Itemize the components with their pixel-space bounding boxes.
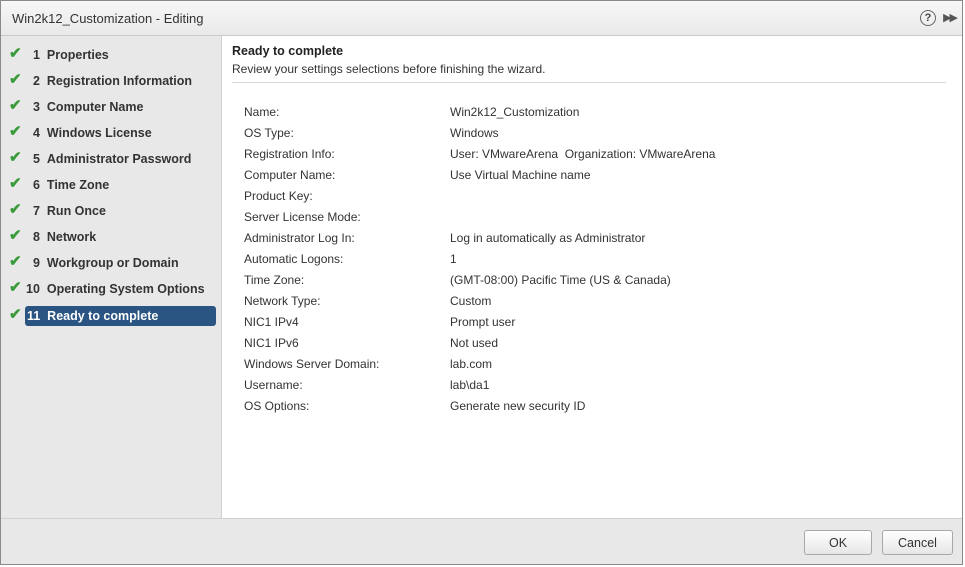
step-operating-system-options[interactable]: ✔ 10 Operating System Options (1, 279, 221, 299)
check-icon: ✔ (9, 279, 22, 296)
help-icon[interactable]: ? (920, 10, 936, 26)
summary-value: Use Virtual Machine name (450, 168, 591, 182)
step-properties[interactable]: ✔ 1 Properties (1, 45, 221, 65)
summary-value: Windows (450, 126, 499, 140)
summary-key: NIC1 IPv4 (244, 315, 299, 329)
step-label: 3 Computer Name (33, 100, 144, 114)
summary-key: Username: (244, 378, 303, 392)
summary-value: Log in automatically as Administrator (450, 231, 646, 245)
check-icon: ✔ (9, 97, 22, 114)
wizard-dialog: Win2k12_Customization - Editing ? ▶▶ ✔ 1… (0, 0, 963, 565)
content-panel: Ready to complete Review your settings s… (222, 36, 962, 519)
step-network[interactable]: ✔ 8 Network (1, 227, 221, 247)
summary-key: Windows Server Domain: (244, 357, 380, 371)
summary-key: Computer Name: (244, 168, 336, 182)
step-registration-information[interactable]: ✔ 2 Registration Information (1, 71, 221, 91)
ok-button[interactable]: OK (804, 530, 872, 555)
step-label: 4 Windows License (33, 126, 152, 140)
check-icon: ✔ (9, 227, 22, 244)
summary-value: Custom (450, 294, 492, 308)
expand-icon[interactable]: ▶▶ (943, 11, 958, 24)
check-icon: ✔ (9, 71, 22, 88)
summary-value: 1 (450, 252, 457, 266)
summary-key: Administrator Log In: (244, 231, 355, 245)
summary-value: lab\da1 (450, 378, 490, 392)
summary-key: Name: (244, 105, 280, 119)
step-label: 10 Operating System Options (26, 282, 205, 296)
summary-value: Win2k12_Customization (450, 105, 580, 119)
step-label: 1 Properties (33, 48, 109, 62)
step-label: 7 Run Once (33, 204, 106, 218)
dialog-footer: OK Cancel (1, 518, 962, 564)
step-time-zone[interactable]: ✔ 6 Time Zone (1, 175, 221, 195)
step-label: 8 Network (33, 230, 97, 244)
summary-key: Time Zone: (244, 273, 305, 287)
check-icon: ✔ (9, 149, 22, 166)
summary-key: Network Type: (244, 294, 321, 308)
page-subtitle: Review your settings selections before f… (232, 62, 546, 76)
summary-key: Automatic Logons: (244, 252, 344, 266)
check-icon: ✔ (9, 175, 22, 192)
step-computer-name[interactable]: ✔ 3 Computer Name (1, 97, 221, 117)
divider (232, 82, 946, 83)
summary-value: User: VMwareArena Organization: VMwareAr… (450, 147, 716, 161)
title-bar: Win2k12_Customization - Editing ? ▶▶ (1, 1, 962, 36)
step-label: 11 Ready to complete (25, 306, 216, 326)
summary-key: Registration Info: (244, 147, 335, 161)
check-icon: ✔ (9, 306, 22, 323)
summary-key: Server License Mode: (244, 210, 361, 224)
cancel-button[interactable]: Cancel (882, 530, 953, 555)
step-administrator-password[interactable]: ✔ 5 Administrator Password (1, 149, 221, 169)
step-ready-to-complete[interactable]: ✔ 11 Ready to complete (1, 306, 221, 326)
step-label: 2 Registration Information (33, 74, 193, 88)
summary-key: Product Key: (244, 189, 313, 203)
step-label: 5 Administrator Password (33, 152, 192, 166)
summary-value: lab.com (450, 357, 493, 371)
step-label: 6 Time Zone (33, 178, 110, 192)
step-label: 9 Workgroup or Domain (33, 256, 179, 270)
window-title: Win2k12_Customization - Editing (12, 11, 204, 26)
summary-key: OS Type: (244, 126, 294, 140)
check-icon: ✔ (9, 253, 22, 270)
wizard-steps-sidebar: ✔ 1 Properties ✔ 2 Registration Informat… (1, 36, 222, 519)
page-title: Ready to complete (232, 44, 344, 58)
check-icon: ✔ (9, 123, 22, 140)
check-icon: ✔ (9, 45, 22, 62)
summary-key: OS Options: (244, 399, 310, 413)
summary-key: NIC1 IPv6 (244, 336, 299, 350)
step-run-once[interactable]: ✔ 7 Run Once (1, 201, 221, 221)
summary-value: Not used (450, 336, 499, 350)
check-icon: ✔ (9, 201, 22, 218)
step-workgroup-or-domain[interactable]: ✔ 9 Workgroup or Domain (1, 253, 221, 273)
summary-value: (GMT-08:00) Pacific Time (US & Canada) (450, 273, 671, 287)
summary-value: Prompt user (450, 315, 516, 329)
summary-value: Generate new security ID (450, 399, 586, 413)
step-windows-license[interactable]: ✔ 4 Windows License (1, 123, 221, 143)
